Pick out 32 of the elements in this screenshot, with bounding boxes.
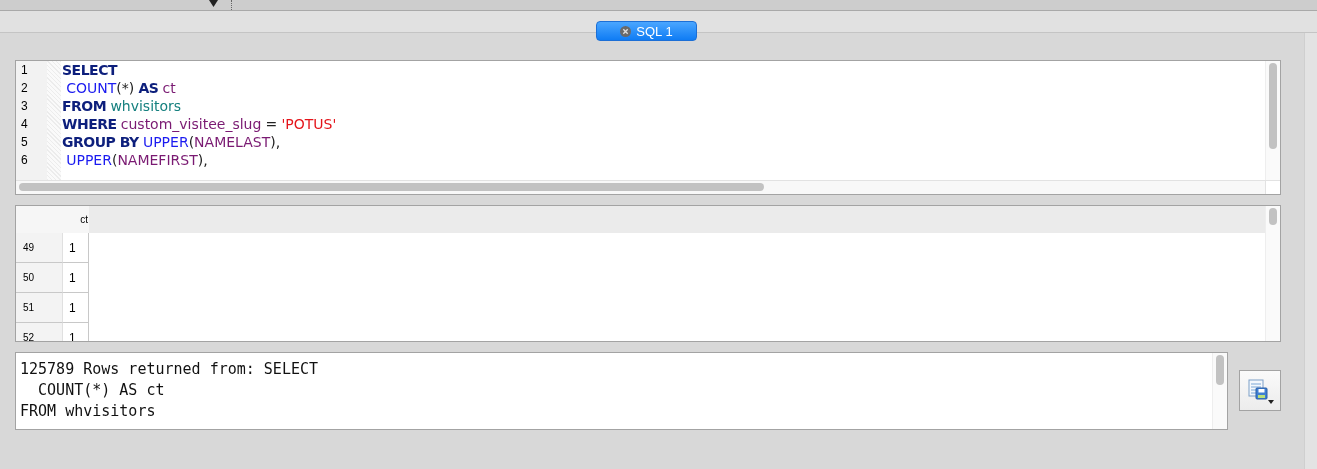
column-header[interactable]: ct <box>63 206 89 233</box>
code-line: WHERE custom_visitee_slug = 'POTUS' <box>62 115 338 133</box>
export-button[interactable] <box>1239 370 1281 411</box>
scroll-corner <box>1265 181 1280 194</box>
message-line: 125789 Rows returned from: SELECT <box>20 359 319 380</box>
table-cell: 1 <box>63 263 89 293</box>
close-icon[interactable] <box>620 25 632 37</box>
message-line: FROM whvisitors <box>20 401 157 422</box>
code-line: GROUP BY UPPER(NAMELAST), <box>62 133 282 151</box>
table-cell: 1 <box>63 233 89 263</box>
scrollbar-thumb[interactable] <box>1269 208 1277 225</box>
line-number: 1 <box>20 62 29 79</box>
row-number: 52 <box>16 323 63 341</box>
line-number: 3 <box>20 98 29 115</box>
row-number: 49 <box>16 233 63 263</box>
sql-editor[interactable]: 1 2 3 4 5 6 SELECT COUNT(*) AS ct FROM whvisitors WHERE custom_visitee_slug = 'POTUS' GROUP BY UPPER(NAMELAST), UPPER(NAMEFIRST), <box>15 60 1281 195</box>
line-number: 2 <box>20 80 29 97</box>
row-number: 51 <box>16 293 63 323</box>
code-line: SELECT <box>62 61 119 79</box>
code-line: FROM whvisitors <box>62 97 183 115</box>
table-cell: 1 <box>63 293 89 323</box>
dropdown-arrow-icon[interactable] <box>209 0 218 7</box>
code-line: UPPER(NAMEFIRST), <box>65 151 209 169</box>
code-line: COUNT(*) AS ct <box>65 79 177 97</box>
row-number: 50 <box>16 263 63 293</box>
scrollbar-thumb[interactable] <box>1269 63 1277 149</box>
scrollbar-thumb[interactable] <box>1216 355 1224 385</box>
message-line: COUNT(*) AS ct <box>37 380 166 401</box>
scrollbar-thumb[interactable] <box>19 183 764 191</box>
line-number: 5 <box>20 134 29 151</box>
line-number: 4 <box>20 116 29 133</box>
line-number: 6 <box>20 152 29 169</box>
